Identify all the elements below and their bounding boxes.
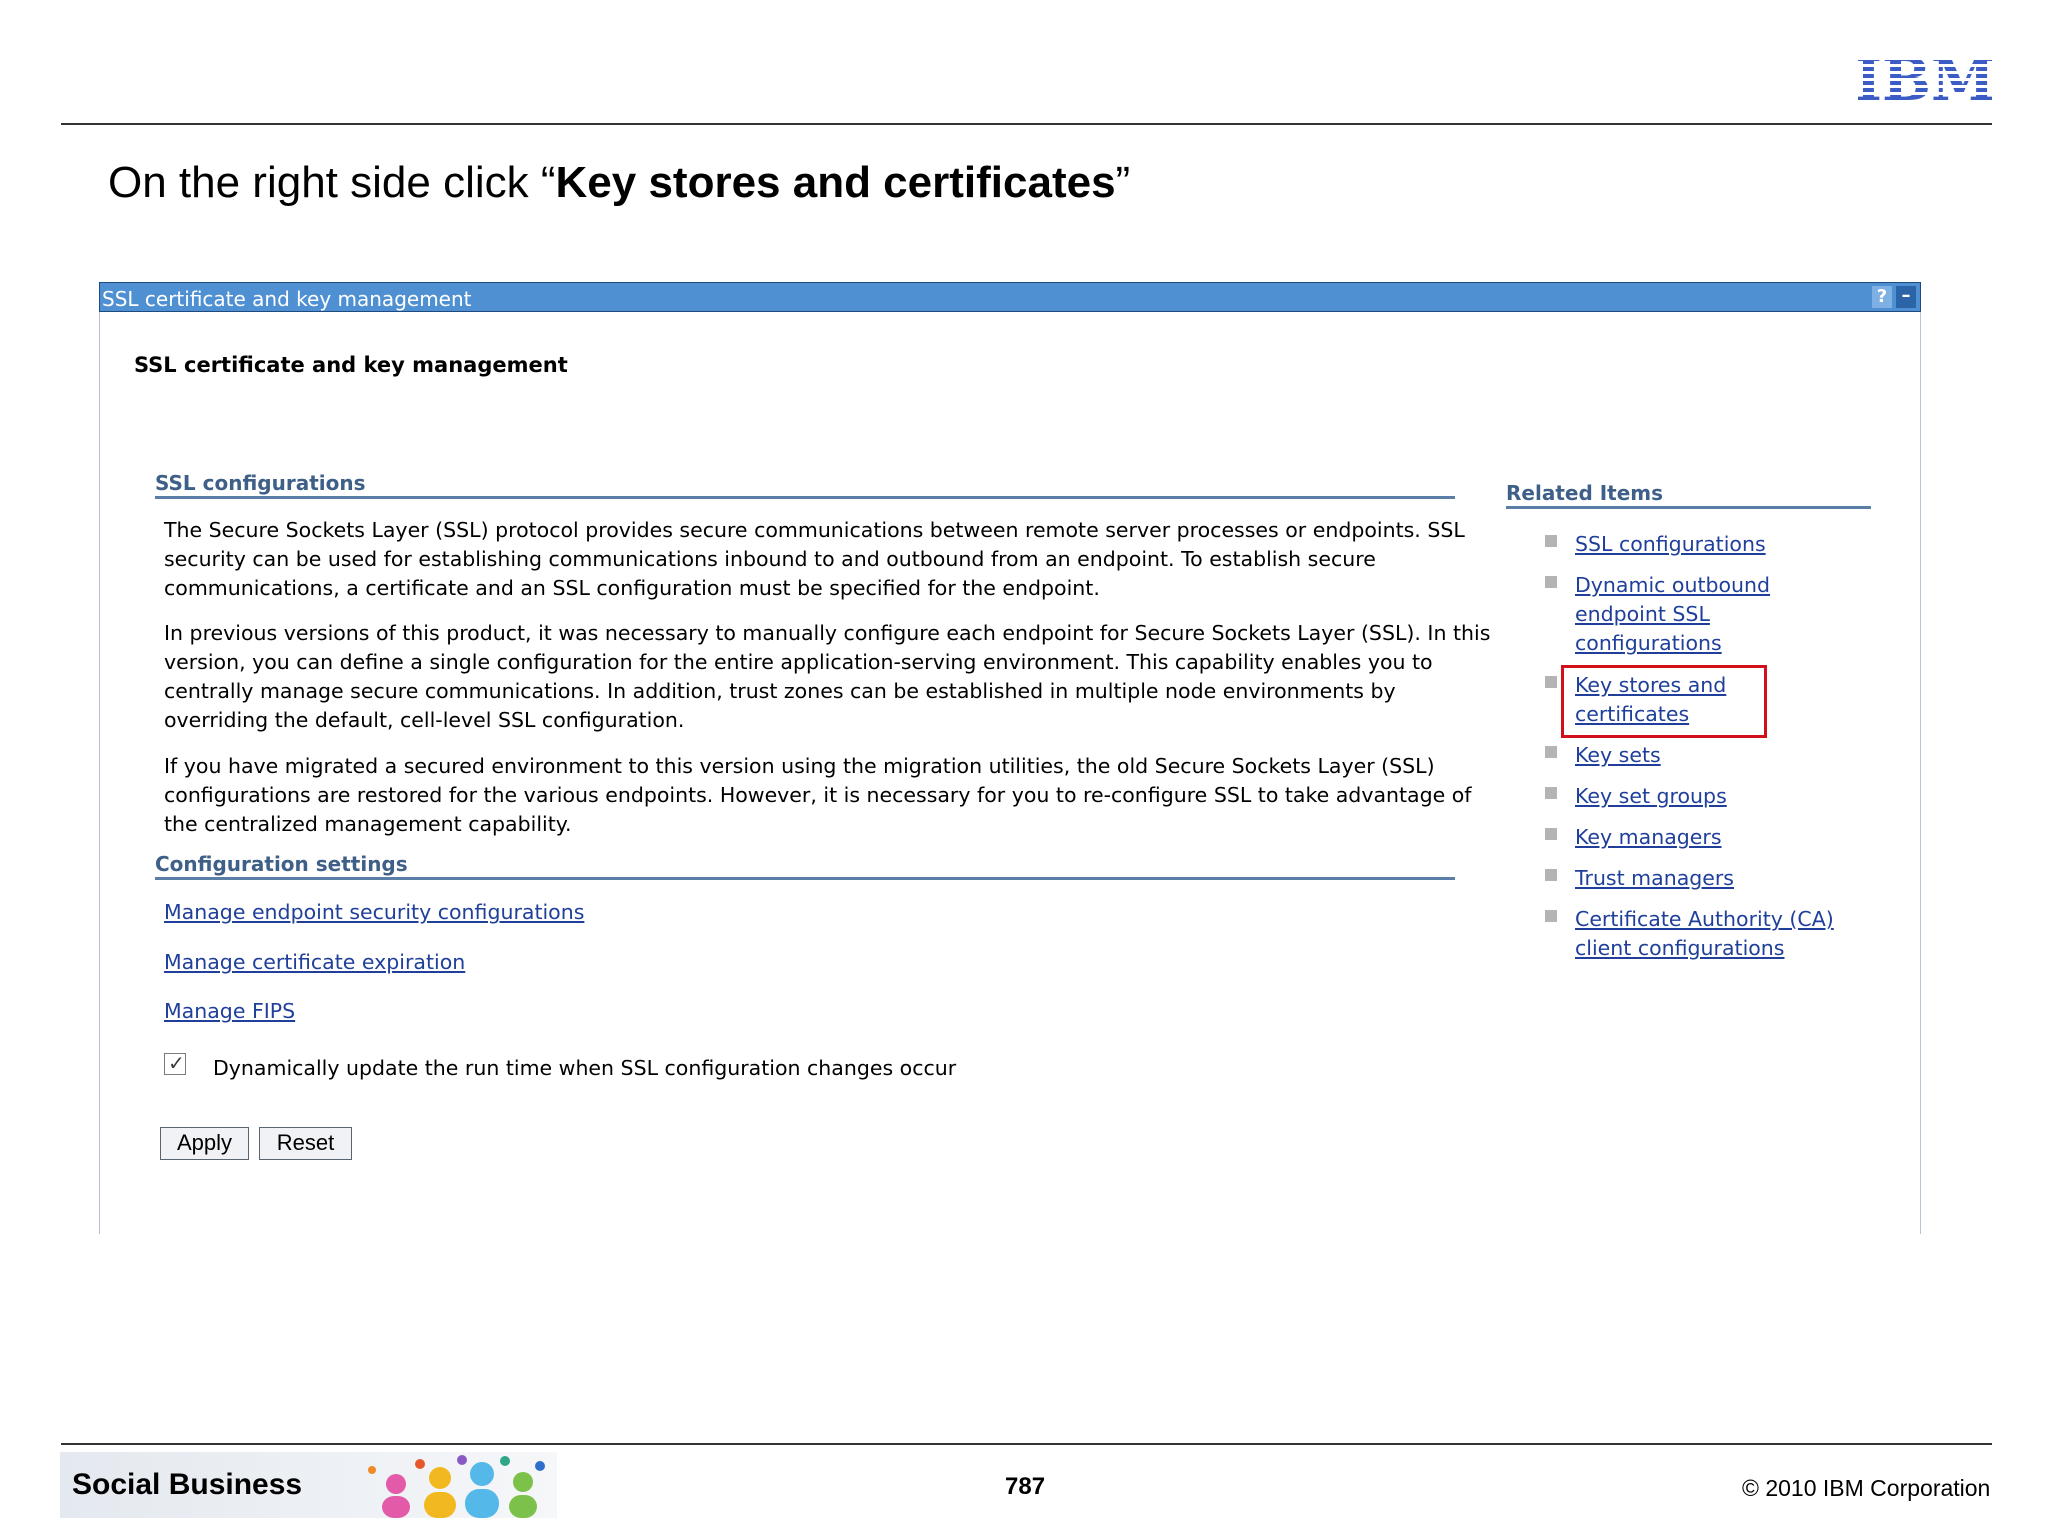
slide-title-suffix: ”: [1115, 158, 1131, 207]
page-number: 787: [1005, 1473, 1046, 1500]
page-heading: SSL certificate and key management: [134, 353, 568, 377]
ssl-migration-paragraph: If you have migrated a secured environme…: [164, 754, 1472, 836]
related-dynamic-outbound-link[interactable]: Dynamic outbound endpoint SSL configurat…: [1575, 571, 1770, 658]
checkmark-icon: ✓: [168, 1051, 185, 1075]
footer-divider: [61, 1443, 1992, 1445]
related-link-line: configurations: [1575, 631, 1722, 655]
related-ca-client-configurations-link[interactable]: Certificate Authority (CA) client config…: [1575, 905, 1834, 963]
related-key-managers-link[interactable]: Key managers: [1575, 823, 1722, 852]
help-icon[interactable]: ?: [1872, 286, 1892, 308]
related-link-line: client configurations: [1575, 936, 1785, 960]
related-items-heading: Related Items: [1506, 481, 1664, 505]
related-trust-managers-link[interactable]: Trust managers: [1575, 864, 1734, 893]
highlight-box: [1561, 665, 1767, 738]
related-bullet: [1545, 828, 1557, 840]
config-section-rule: [155, 877, 1455, 880]
apply-button[interactable]: Apply: [160, 1127, 249, 1160]
dynamic-update-checkbox[interactable]: ✓: [164, 1051, 186, 1075]
configuration-settings-heading: Configuration settings: [155, 852, 408, 876]
social-business-text: Social Business: [72, 1468, 303, 1501]
header-divider: [61, 123, 1992, 125]
related-link-line: endpoint SSL: [1575, 602, 1710, 626]
copyright: © 2010 IBM Corporation: [1742, 1475, 1991, 1501]
manage-fips-link[interactable]: Manage FIPS: [164, 997, 295, 1026]
ssl-configurations-heading: SSL configurations: [155, 471, 366, 495]
ssl-previous-versions-paragraph: In previous versions of this product, it…: [164, 621, 1491, 732]
minimize-icon[interactable]: –: [1896, 286, 1916, 308]
ssl-intro-paragraph: The Secure Sockets Layer (SSL) protocol …: [164, 518, 1465, 600]
slide-title: On the right side click “Key stores and …: [108, 158, 1130, 208]
related-bullet: [1545, 746, 1557, 758]
panel-titlebar-text: SSL certificate and key management: [102, 287, 472, 311]
related-bullet: [1545, 787, 1557, 799]
related-bullet: [1545, 869, 1557, 881]
related-key-set-groups-link[interactable]: Key set groups: [1575, 782, 1727, 811]
ssl-section-rule: [155, 496, 1455, 499]
related-bullet: [1545, 910, 1557, 922]
related-bullet: [1545, 676, 1557, 688]
ibm-logo: IBM: [1858, 50, 1992, 106]
related-items-rule: [1506, 506, 1871, 509]
slide-title-emphasis: Key stores and certificates: [555, 158, 1116, 207]
reset-button[interactable]: Reset: [259, 1127, 352, 1160]
dynamic-update-label: Dynamically update the run time when SSL…: [213, 1056, 957, 1080]
panel-titlebar: SSL certificate and key management ? –: [99, 282, 1921, 312]
related-bullet: [1545, 576, 1557, 588]
related-key-sets-link[interactable]: Key sets: [1575, 741, 1661, 770]
related-ssl-configurations-link[interactable]: SSL configurations: [1575, 530, 1766, 559]
manage-endpoint-security-link[interactable]: Manage endpoint security configurations: [164, 898, 584, 927]
related-link-line: Dynamic outbound: [1575, 573, 1771, 597]
slide-title-prefix: On the right side click “: [108, 158, 556, 207]
related-link-line: Certificate Authority (CA): [1575, 907, 1834, 931]
related-bullet: [1545, 535, 1557, 547]
manage-certificate-expiration-link[interactable]: Manage certificate expiration: [164, 948, 465, 977]
